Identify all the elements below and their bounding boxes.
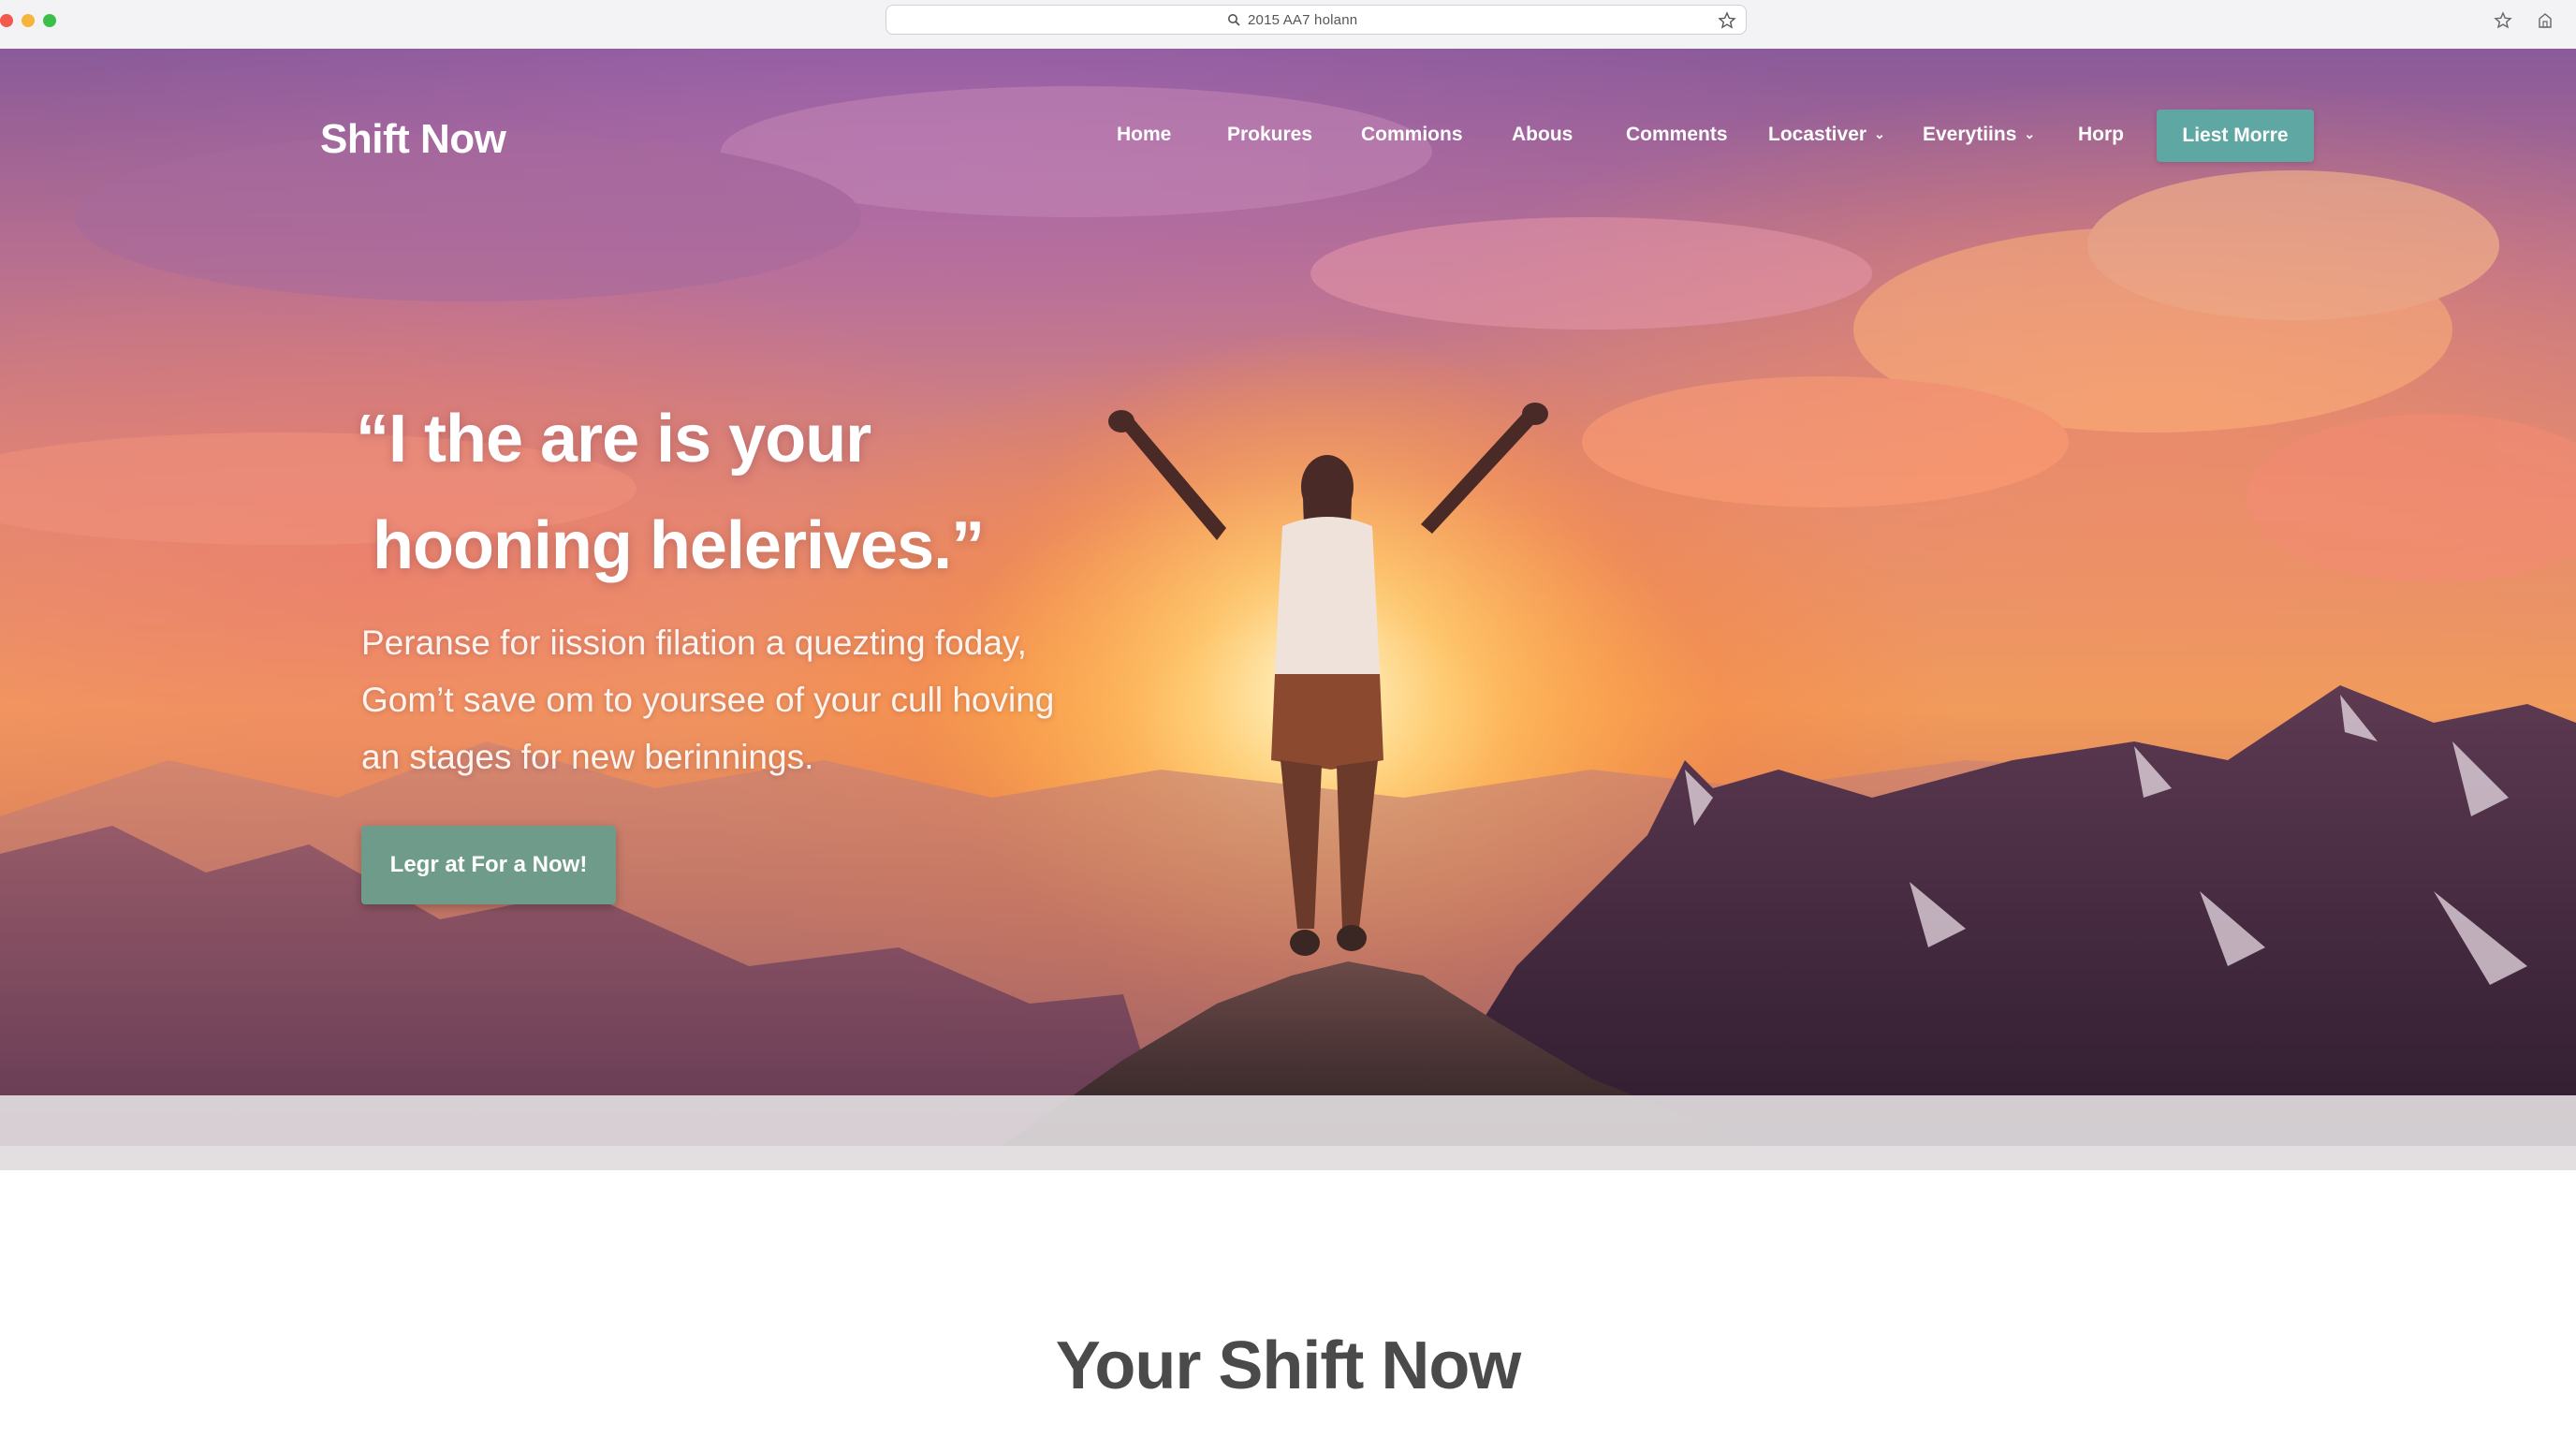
- address-bar[interactable]: 2015 AA7 holann: [886, 5, 1747, 35]
- nav-prokures[interactable]: Prokures: [1227, 124, 1312, 152]
- hero-subtext-line: an stages for new berinnings.: [361, 738, 814, 776]
- nav-horp[interactable]: Horp: [2078, 124, 2124, 152]
- nav-abous[interactable]: Abous: [1512, 124, 1573, 152]
- window-controls: [0, 14, 56, 27]
- close-window-button[interactable]: [0, 14, 13, 27]
- nav-everytiins[interactable]: Everytiins ⌄: [1923, 124, 2035, 152]
- url-text: 2015 AA7 holann: [1248, 12, 1358, 28]
- nav-locastiver[interactable]: Locastiver ⌄: [1768, 124, 1885, 152]
- maximize-window-button[interactable]: [43, 14, 56, 27]
- browser-toolbar: 2015 AA7 holann: [0, 0, 2576, 50]
- nav-commions[interactable]: Commions: [1361, 124, 1463, 152]
- nav-comments[interactable]: Comments: [1626, 124, 1728, 152]
- section-title: Your Shift Now: [1055, 1328, 1522, 1403]
- bookmark-star-icon[interactable]: [1718, 11, 1736, 30]
- hero-subtext-line: Gom’t save om to yoursee of your cull ho…: [361, 681, 1055, 719]
- star-icon[interactable]: [2493, 10, 2513, 31]
- site-logo[interactable]: Shift Now: [320, 116, 506, 163]
- chevron-down-icon: ⌄: [2024, 126, 2036, 141]
- minimize-window-button[interactable]: [22, 14, 35, 27]
- hero-headline: “I the are is your hooning helerives.”: [356, 386, 1198, 599]
- hero-bottom-band: [0, 1095, 2576, 1170]
- extensions-icon[interactable]: [2535, 10, 2555, 31]
- search-icon: [1228, 14, 1240, 26]
- hero-section: Shift Now Home Prokures Commions Abous C…: [0, 49, 2576, 1146]
- chevron-down-icon: ⌄: [1874, 126, 1885, 141]
- nav-cta-button[interactable]: Liest Morre: [2157, 110, 2314, 162]
- hero-cta-button[interactable]: Legr at For a Now!: [361, 826, 616, 904]
- nav-home[interactable]: Home: [1117, 124, 1171, 152]
- hero-headline-line-2: hooning helerives.”: [373, 508, 985, 583]
- hero-subtext-line: Peranse for iission filation a quezting …: [361, 624, 1027, 662]
- hero-subtext: Peranse for iission filation a quezting …: [361, 614, 1073, 785]
- hero-headline-line-1: “I the are is your: [356, 402, 871, 477]
